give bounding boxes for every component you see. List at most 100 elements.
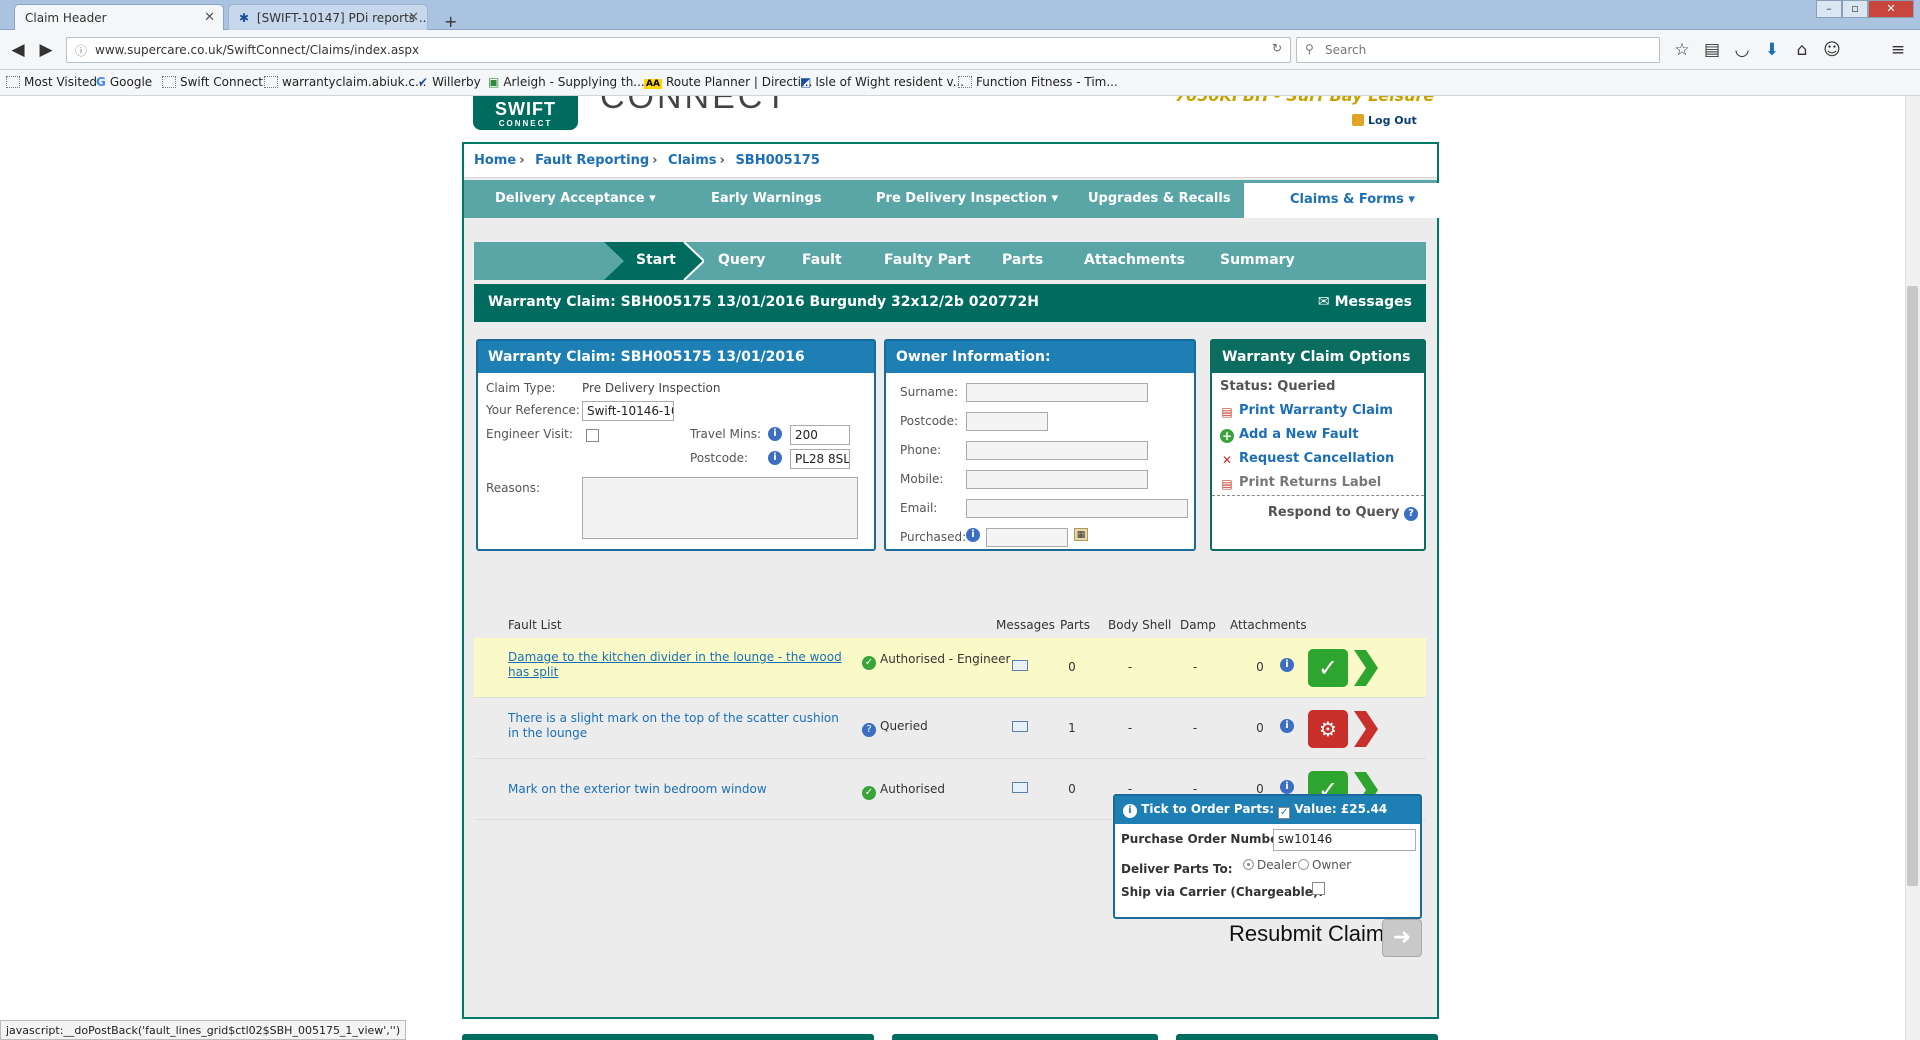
fault-status: ✓ Authorised - Engineer (862, 652, 1010, 670)
search-icon: ⚲ (1305, 42, 1314, 56)
travel-mins-input[interactable]: 200 (790, 425, 850, 445)
browser-tab-active[interactable]: Claim Header ✕ (14, 4, 224, 30)
step-faulty-part[interactable]: Faulty Part (884, 252, 971, 268)
info-icon[interactable]: i (1280, 780, 1294, 794)
print-warranty-claim-link[interactable]: ▤ Print Warranty Claim (1220, 403, 1393, 419)
nav-delivery-acceptance[interactable]: Delivery Acceptance ▾ (495, 191, 656, 206)
step-summary[interactable]: Summary (1220, 252, 1295, 268)
step-start[interactable]: Start (636, 252, 676, 268)
surname-input[interactable] (966, 383, 1148, 402)
reading-list-icon[interactable]: ▤ (1700, 38, 1724, 62)
add-new-fault-link[interactable]: + Add a New Fault (1220, 427, 1359, 443)
info-icon[interactable]: i (1280, 658, 1294, 672)
envelope-icon[interactable] (1012, 782, 1028, 793)
chevron-right-icon[interactable] (1350, 648, 1380, 688)
breadcrumb-home[interactable]: Home (474, 153, 516, 168)
minimize-button[interactable]: – (1816, 0, 1842, 18)
bookmark-item[interactable]: AA Route Planner | Directi... (644, 75, 812, 89)
pocket-icon[interactable]: ◡ (1730, 38, 1754, 62)
po-number-input[interactable]: sw10146 (1273, 829, 1416, 851)
reasons-textarea[interactable] (582, 477, 858, 539)
scrollbar-thumb[interactable] (1907, 286, 1918, 886)
close-tab-icon[interactable]: ✕ (408, 10, 419, 25)
tab-title: [SWIFT-10147] PDi reports ... (256, 11, 428, 25)
owner-postcode-input[interactable] (966, 412, 1048, 431)
chevron-right-icon: › (719, 153, 725, 168)
respond-to-query-link[interactable]: Respond to Query ? (1268, 505, 1418, 521)
home-icon[interactable]: ⌂ (1790, 38, 1814, 62)
info-icon[interactable]: i (966, 528, 980, 542)
new-tab-button[interactable]: + (434, 6, 464, 32)
back-icon[interactable]: ◀ (6, 38, 30, 62)
email-input[interactable] (966, 499, 1188, 518)
chat-icon[interactable]: ☺ (1820, 38, 1844, 62)
close-tab-icon[interactable]: ✕ (204, 10, 215, 25)
step-parts[interactable]: Parts (1002, 252, 1043, 268)
bookmark-item[interactable]: ✔ Willerby (418, 75, 481, 89)
ship-via-carrier-checkbox[interactable] (1312, 882, 1325, 895)
fault-description-link[interactable]: Mark on the exterior twin bedroom window (508, 782, 853, 797)
deliver-owner-radio[interactable]: Owner (1298, 858, 1351, 872)
step-fault[interactable]: Fault (802, 252, 842, 268)
calendar-icon[interactable]: ▦ (1074, 528, 1088, 541)
fault-description-link[interactable]: Damage to the kitchen divider in the lou… (508, 650, 853, 680)
info-icon[interactable]: i (768, 451, 782, 465)
order-parts-checkbox[interactable]: ✓ (1278, 807, 1291, 819)
info-icon[interactable]: i (1123, 804, 1137, 818)
resubmit-claim-label[interactable]: Resubmit Claim (1229, 921, 1384, 947)
engineer-visit-checkbox[interactable] (586, 429, 599, 442)
request-cancellation-link[interactable]: ✕ Request Cancellation (1220, 451, 1394, 467)
page-scrollbar[interactable] (1905, 96, 1920, 1040)
url-bar[interactable]: ⓘ www.supercare.co.uk/SwiftConnect/Claim… (66, 37, 1291, 63)
step-query[interactable]: Query (718, 252, 765, 268)
maximize-button[interactable]: ▫ (1842, 0, 1868, 18)
browser-tab[interactable]: ✱ [SWIFT-10147] PDi reports ... ✕ (228, 4, 428, 30)
bookmark-item[interactable]: ◩ Isle of Wight resident v... (800, 75, 964, 89)
nav-pre-delivery-inspection[interactable]: Pre Delivery Inspection ▾ (876, 191, 1058, 206)
step-attachments[interactable]: Attachments (1084, 252, 1185, 268)
resubmit-arrow-button[interactable]: ➜ (1382, 919, 1422, 957)
nav-claims-forms[interactable]: Claims & Forms ▾ (1244, 183, 1461, 218)
breadcrumb-fault-reporting[interactable]: Fault Reporting (535, 153, 649, 168)
info-icon[interactable]: i (768, 427, 782, 441)
deliver-dealer-radio[interactable]: Dealer (1243, 858, 1297, 872)
messages-link[interactable]: ✉ Messages (1318, 294, 1412, 310)
logout-link[interactable]: Log Out (1352, 114, 1417, 127)
bookmark-star-icon[interactable]: ☆ (1670, 38, 1694, 62)
fault-description-link[interactable]: There is a slight mark on the top of the… (508, 711, 853, 741)
info-icon[interactable]: i (1280, 719, 1294, 733)
bookmark-item[interactable]: ▣ Arleigh - Supplying th... (488, 75, 645, 89)
breadcrumb-claim-id[interactable]: SBH005175 (735, 153, 819, 168)
bookmark-item[interactable]: warrantyclaim.abiuk.c... (264, 75, 426, 89)
query-gears-button[interactable]: ⚙ (1308, 710, 1348, 748)
envelope-icon[interactable] (1012, 721, 1028, 732)
nav-upgrades-recalls[interactable]: Upgrades & Recalls (1088, 191, 1231, 206)
mobile-input[interactable] (966, 470, 1148, 489)
bookmark-item[interactable]: Function Fitness - Tim... (958, 75, 1118, 89)
bookmark-item[interactable]: Most Visited (6, 75, 97, 89)
envelope-icon[interactable] (1012, 660, 1028, 671)
options-panel-title: Warranty Claim Options (1212, 341, 1424, 373)
download-icon[interactable]: ⬇ (1760, 38, 1784, 62)
owner-info-panel: Owner Information: Surname: Postcode: Ph… (884, 339, 1196, 551)
close-window-button[interactable]: ✕ (1868, 0, 1914, 18)
purchased-date-input[interactable] (986, 528, 1068, 547)
forward-icon[interactable]: ▶ (34, 38, 58, 62)
nav-early-warnings[interactable]: Early Warnings (711, 191, 822, 206)
bookmark-item[interactable]: G Google (96, 75, 152, 89)
reference-input[interactable]: Swift-10146-10 (582, 401, 674, 421)
postcode-input[interactable]: PL28 8SL (790, 449, 850, 469)
phone-input[interactable] (966, 441, 1148, 460)
table-row: There is a slight mark on the top of the… (474, 699, 1426, 759)
swift-connect-logo[interactable]: SWIFT CONNECT (473, 96, 578, 130)
search-input[interactable]: ⚲ Search (1296, 37, 1660, 63)
bookmark-item[interactable]: Swift Connect (162, 75, 263, 89)
authorised-check-button[interactable]: ✓ (1308, 649, 1348, 687)
menu-icon[interactable]: ≡ (1886, 38, 1910, 62)
print-returns-label-link[interactable]: ▤ Print Returns Label (1220, 475, 1381, 491)
chevron-right-icon: › (652, 153, 658, 168)
site-info-icon[interactable]: ⓘ (75, 42, 87, 59)
chevron-right-icon[interactable] (1350, 709, 1380, 749)
reload-icon[interactable]: ↻ (1272, 41, 1282, 55)
breadcrumb-claims[interactable]: Claims (668, 153, 717, 168)
